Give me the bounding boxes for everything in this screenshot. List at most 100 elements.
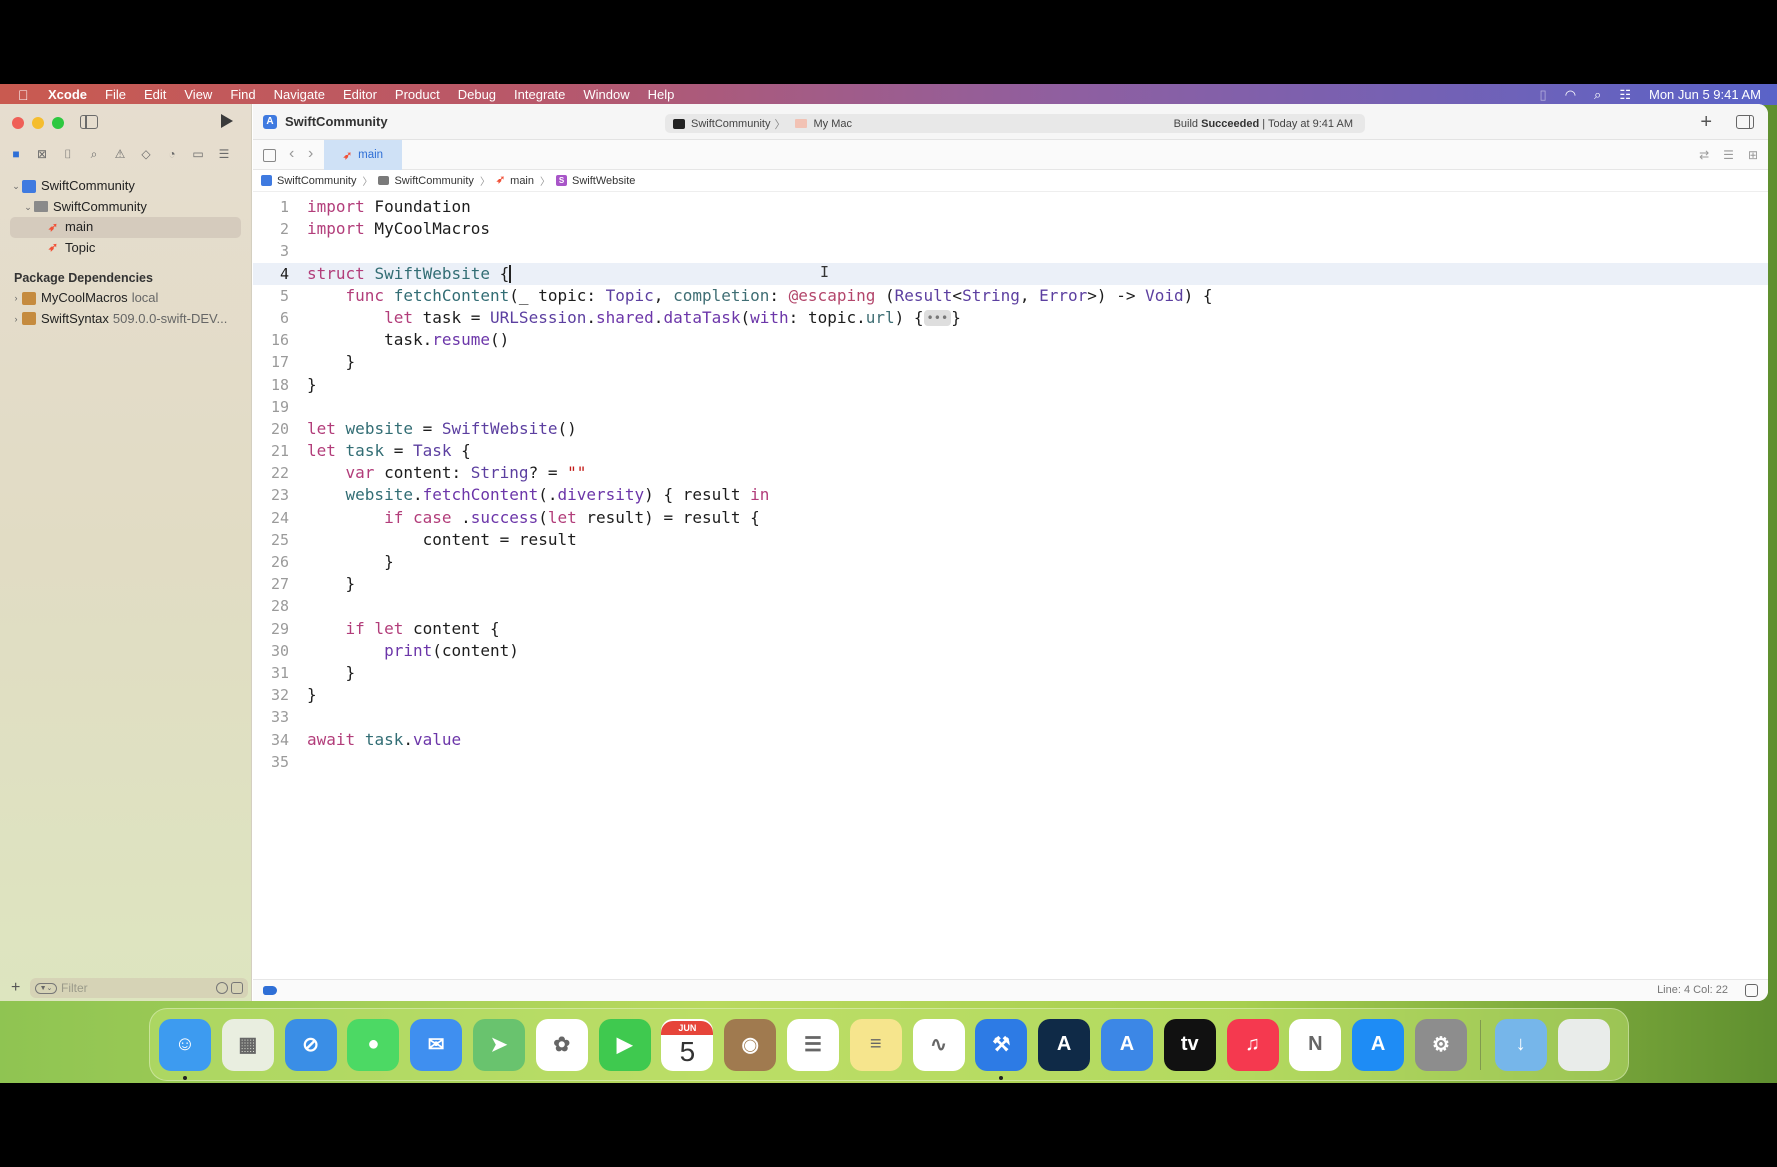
tree-item-project[interactable]: ⌄ SwiftCommunity <box>0 176 251 197</box>
navigator-filter-input[interactable]: ▼⌄ Filter <box>30 978 248 998</box>
code-line[interactable]: 20 let website = SwiftWebsite() <box>253 418 1768 440</box>
breadcrumb-symbol[interactable]: S SwiftWebsite <box>556 175 635 187</box>
dock-app-xcode[interactable]: ⚒ <box>975 1018 1028 1080</box>
code-line[interactable]: 29 if let content { <box>253 618 1768 640</box>
menu-find[interactable]: Find <box>230 87 255 102</box>
menu-editor[interactable]: Editor <box>343 87 377 102</box>
code-line[interactable]: 5 func fetchContent(_ topic: Topic, comp… <box>253 285 1768 307</box>
dock-app-launchpad[interactable]: ▦ <box>221 1018 274 1071</box>
dock-app-calendar[interactable]: JUN 5 <box>661 1018 714 1071</box>
minimize-window-button[interactable] <box>32 117 44 129</box>
source-control-filter-icon[interactable] <box>231 982 243 994</box>
wifi-icon[interactable]: ◠ <box>1565 87 1576 103</box>
code-line[interactable]: 1 import Foundation <box>253 196 1768 218</box>
navigate-forward-button[interactable]: › <box>308 145 313 163</box>
code-line[interactable]: 23 website.fetchContent(.diversity) { re… <box>253 484 1768 506</box>
folded-code-ellipsis[interactable]: ••• <box>923 310 952 327</box>
dock-app-system-settings[interactable]: ⚙ <box>1414 1018 1467 1071</box>
find-navigator-icon[interactable]: ⌕ <box>86 147 102 161</box>
code-review-icon[interactable]: ⇄ <box>1699 148 1709 162</box>
test-navigator-icon[interactable]: ◇ <box>138 147 154 161</box>
dock-app-freeform[interactable]: ∿ <box>912 1018 965 1071</box>
tree-item-main[interactable]: ➶ main <box>10 217 241 238</box>
dock-app-notes[interactable]: ≡ <box>849 1018 902 1071</box>
code-line[interactable]: 26 } <box>253 551 1768 573</box>
source-editor[interactable]: 1 import Foundation 2 import MyCoolMacros 3 4… <box>253 196 1768 979</box>
package-item[interactable]: › MyCoolMacros local <box>0 288 251 309</box>
related-items-grid-icon[interactable] <box>263 149 276 162</box>
disclosure-expanded-icon[interactable]: ⌄ <box>10 176 22 197</box>
breadcrumb-file[interactable]: ➶ main <box>496 175 534 187</box>
menu-app-xcode[interactable]: Xcode <box>48 87 87 102</box>
dock-app-music[interactable]: ♫ <box>1226 1018 1279 1071</box>
menu-product[interactable]: Product <box>395 87 440 102</box>
scheme-selector[interactable]: SwiftCommunity 〉 My Mac <box>673 116 852 132</box>
code-line[interactable]: 3 <box>253 240 1768 262</box>
dock-app-apple-tv[interactable]: tv <box>1163 1018 1216 1071</box>
tree-item-topic[interactable]: ➶ Topic <box>0 238 251 259</box>
add-editor-split-icon[interactable]: ⊞ <box>1748 148 1758 162</box>
stage-manager-icon[interactable]: ▯ <box>1540 87 1547 103</box>
spotlight-search-icon[interactable]: ⌕ <box>1594 87 1601 103</box>
dock-app-reminders[interactable]: ☰ <box>786 1018 839 1071</box>
menu-debug[interactable]: Debug <box>458 87 496 102</box>
dock-app-instruments[interactable]: A <box>1038 1018 1091 1071</box>
dock-app-contacts[interactable]: ◉ <box>724 1018 777 1071</box>
close-window-button[interactable] <box>12 117 24 129</box>
bookmark-navigator-icon[interactable]: ⌷ <box>60 147 76 161</box>
code-line[interactable]: 4 struct SwiftWebsite { <box>253 262 1768 285</box>
code-line[interactable]: 19 <box>253 396 1768 418</box>
code-line[interactable]: 18} <box>253 374 1768 396</box>
code-line[interactable]: 17 } <box>253 351 1768 373</box>
code-line[interactable]: 16 task.resume() <box>253 329 1768 351</box>
project-title[interactable]: A SwiftCommunity <box>263 114 388 129</box>
control-center-icon[interactable]: ☷ <box>1619 87 1631 103</box>
code-line[interactable]: 6 let task = URLSession.shared.dataTask(… <box>253 307 1768 329</box>
tree-item-group[interactable]: ⌄ SwiftCommunity <box>0 197 251 218</box>
menu-integrate[interactable]: Integrate <box>514 87 565 102</box>
code-line[interactable]: 32} <box>253 684 1768 706</box>
code-line[interactable]: 34 await task.value <box>253 729 1768 751</box>
menu-view[interactable]: View <box>184 87 212 102</box>
dock-app-app-store[interactable]: A <box>1352 1018 1405 1071</box>
apple-menu-icon[interactable]:  <box>18 87 36 103</box>
menu-edit[interactable]: Edit <box>144 87 166 102</box>
dock-app-downloads[interactable]: ↓ <box>1494 1018 1547 1071</box>
dock-app-mail[interactable]: ✉ <box>410 1018 463 1071</box>
menu-navigate[interactable]: Navigate <box>274 87 325 102</box>
filter-options-icon[interactable]: ▼⌄ <box>35 982 57 994</box>
dock-app-photos[interactable]: ✿ <box>535 1018 588 1071</box>
dock-app-trash[interactable] <box>1557 1018 1610 1071</box>
code-line[interactable]: 24 if case .success(let result) = result… <box>253 507 1768 529</box>
run-button[interactable] <box>221 114 233 128</box>
breadcrumb-project[interactable]: SwiftCommunity <box>261 175 356 187</box>
package-item[interactable]: › SwiftSyntax 509.0.0-swift-DEV... <box>0 309 251 330</box>
dock-app-facetime[interactable]: ▶ <box>598 1018 651 1071</box>
debug-area-indicator-icon[interactable] <box>263 986 277 995</box>
dock-app-simulator[interactable]: A <box>1100 1018 1153 1071</box>
debug-area-toggle-icon[interactable] <box>1745 984 1758 997</box>
code-line[interactable]: 31 } <box>253 662 1768 684</box>
editor-options-icon[interactable]: ☰ <box>1723 148 1734 162</box>
project-navigator-folder-icon[interactable]: ■ <box>8 147 24 161</box>
zoom-window-button[interactable] <box>52 117 64 129</box>
debug-navigator-icon[interactable]: ◔ <box>164 147 180 161</box>
code-line[interactable]: 25 content = result <box>253 529 1768 551</box>
recent-files-filter-icon[interactable] <box>216 982 228 994</box>
source-control-navigator-icon[interactable]: ⊠ <box>34 147 50 161</box>
breakpoint-navigator-icon[interactable]: ▭ <box>190 147 206 161</box>
dock-app-finder[interactable]: ☺ <box>159 1018 211 1080</box>
code-line[interactable]: 21 let task = Task { <box>253 440 1768 462</box>
menu-file[interactable]: File <box>105 87 126 102</box>
navigate-back-button[interactable]: ‹ <box>289 145 294 163</box>
inspector-toggle-icon[interactable] <box>1736 115 1754 129</box>
sidebar-toggle-icon[interactable] <box>80 115 98 129</box>
code-line[interactable]: 30 print(content) <box>253 640 1768 662</box>
menu-window[interactable]: Window <box>583 87 629 102</box>
dock-app-news[interactable]: N <box>1289 1018 1342 1071</box>
report-navigator-icon[interactable]: ☰ <box>216 147 232 161</box>
breadcrumb-group[interactable]: SwiftCommunity <box>378 175 474 187</box>
add-file-button[interactable]: + <box>11 979 25 997</box>
issue-navigator-icon[interactable]: ⚠ <box>112 147 128 161</box>
dock-app-safari[interactable]: ⊘ <box>284 1018 337 1071</box>
